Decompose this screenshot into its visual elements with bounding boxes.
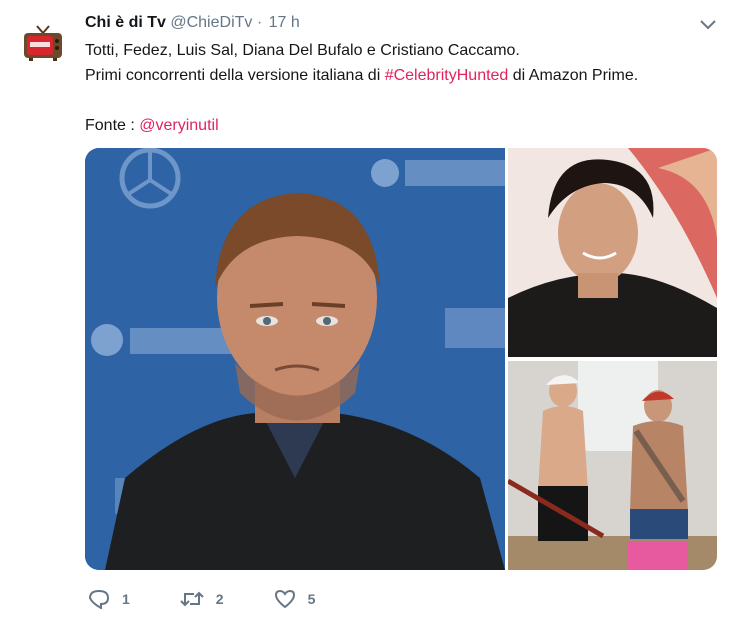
like-count: 5 (307, 591, 316, 607)
line-2-suffix: di Amazon Prime. (508, 67, 639, 84)
photo-main[interactable] (85, 148, 505, 570)
tweet: Chi è di Tv @ChieDiTv · 17 h Totti, Fede… (0, 0, 737, 630)
retweet-icon (180, 591, 204, 607)
chevron-down-icon[interactable] (699, 18, 717, 32)
like-button[interactable]: 5 (274, 589, 316, 609)
mention-link[interactable]: @veryinutil (139, 117, 218, 134)
hashtag-link[interactable]: #CelebrityHunted (385, 67, 509, 84)
author-handle[interactable]: @ChieDiTv (170, 14, 252, 31)
source-line: Fonte : @veryinutil (85, 113, 725, 138)
timestamp[interactable]: 17 h (269, 14, 300, 31)
tweet-header: Chi è di Tv @ChieDiTv · 17 h (85, 13, 300, 33)
avatar[interactable] (22, 24, 64, 62)
tv-logo-icon (24, 25, 62, 61)
photo-bottom-right[interactable] (508, 361, 717, 570)
tweet-actions: 1 2 5 (88, 587, 365, 611)
line-2-prefix: Primi concorrenti della versione italian… (85, 67, 385, 84)
media-grid (85, 148, 717, 570)
tweet-text: Totti, Fedez, Luis Sal, Diana Del Bufalo… (85, 38, 725, 138)
reply-button[interactable]: 1 (88, 589, 130, 609)
author-name[interactable]: Chi è di Tv (85, 14, 166, 31)
reply-count: 1 (122, 591, 130, 607)
source-label: Fonte : (85, 117, 140, 134)
retweet-button[interactable]: 2 (180, 589, 224, 609)
retweet-count: 2 (215, 591, 224, 607)
like-icon (274, 589, 295, 609)
reply-icon (88, 589, 110, 609)
separator-dot: · (256, 14, 263, 31)
tweet-line-2: Primi concorrenti della versione italian… (85, 63, 725, 88)
photo-top-right[interactable] (508, 148, 717, 357)
tweet-line-1: Totti, Fedez, Luis Sal, Diana Del Bufalo… (85, 42, 520, 59)
